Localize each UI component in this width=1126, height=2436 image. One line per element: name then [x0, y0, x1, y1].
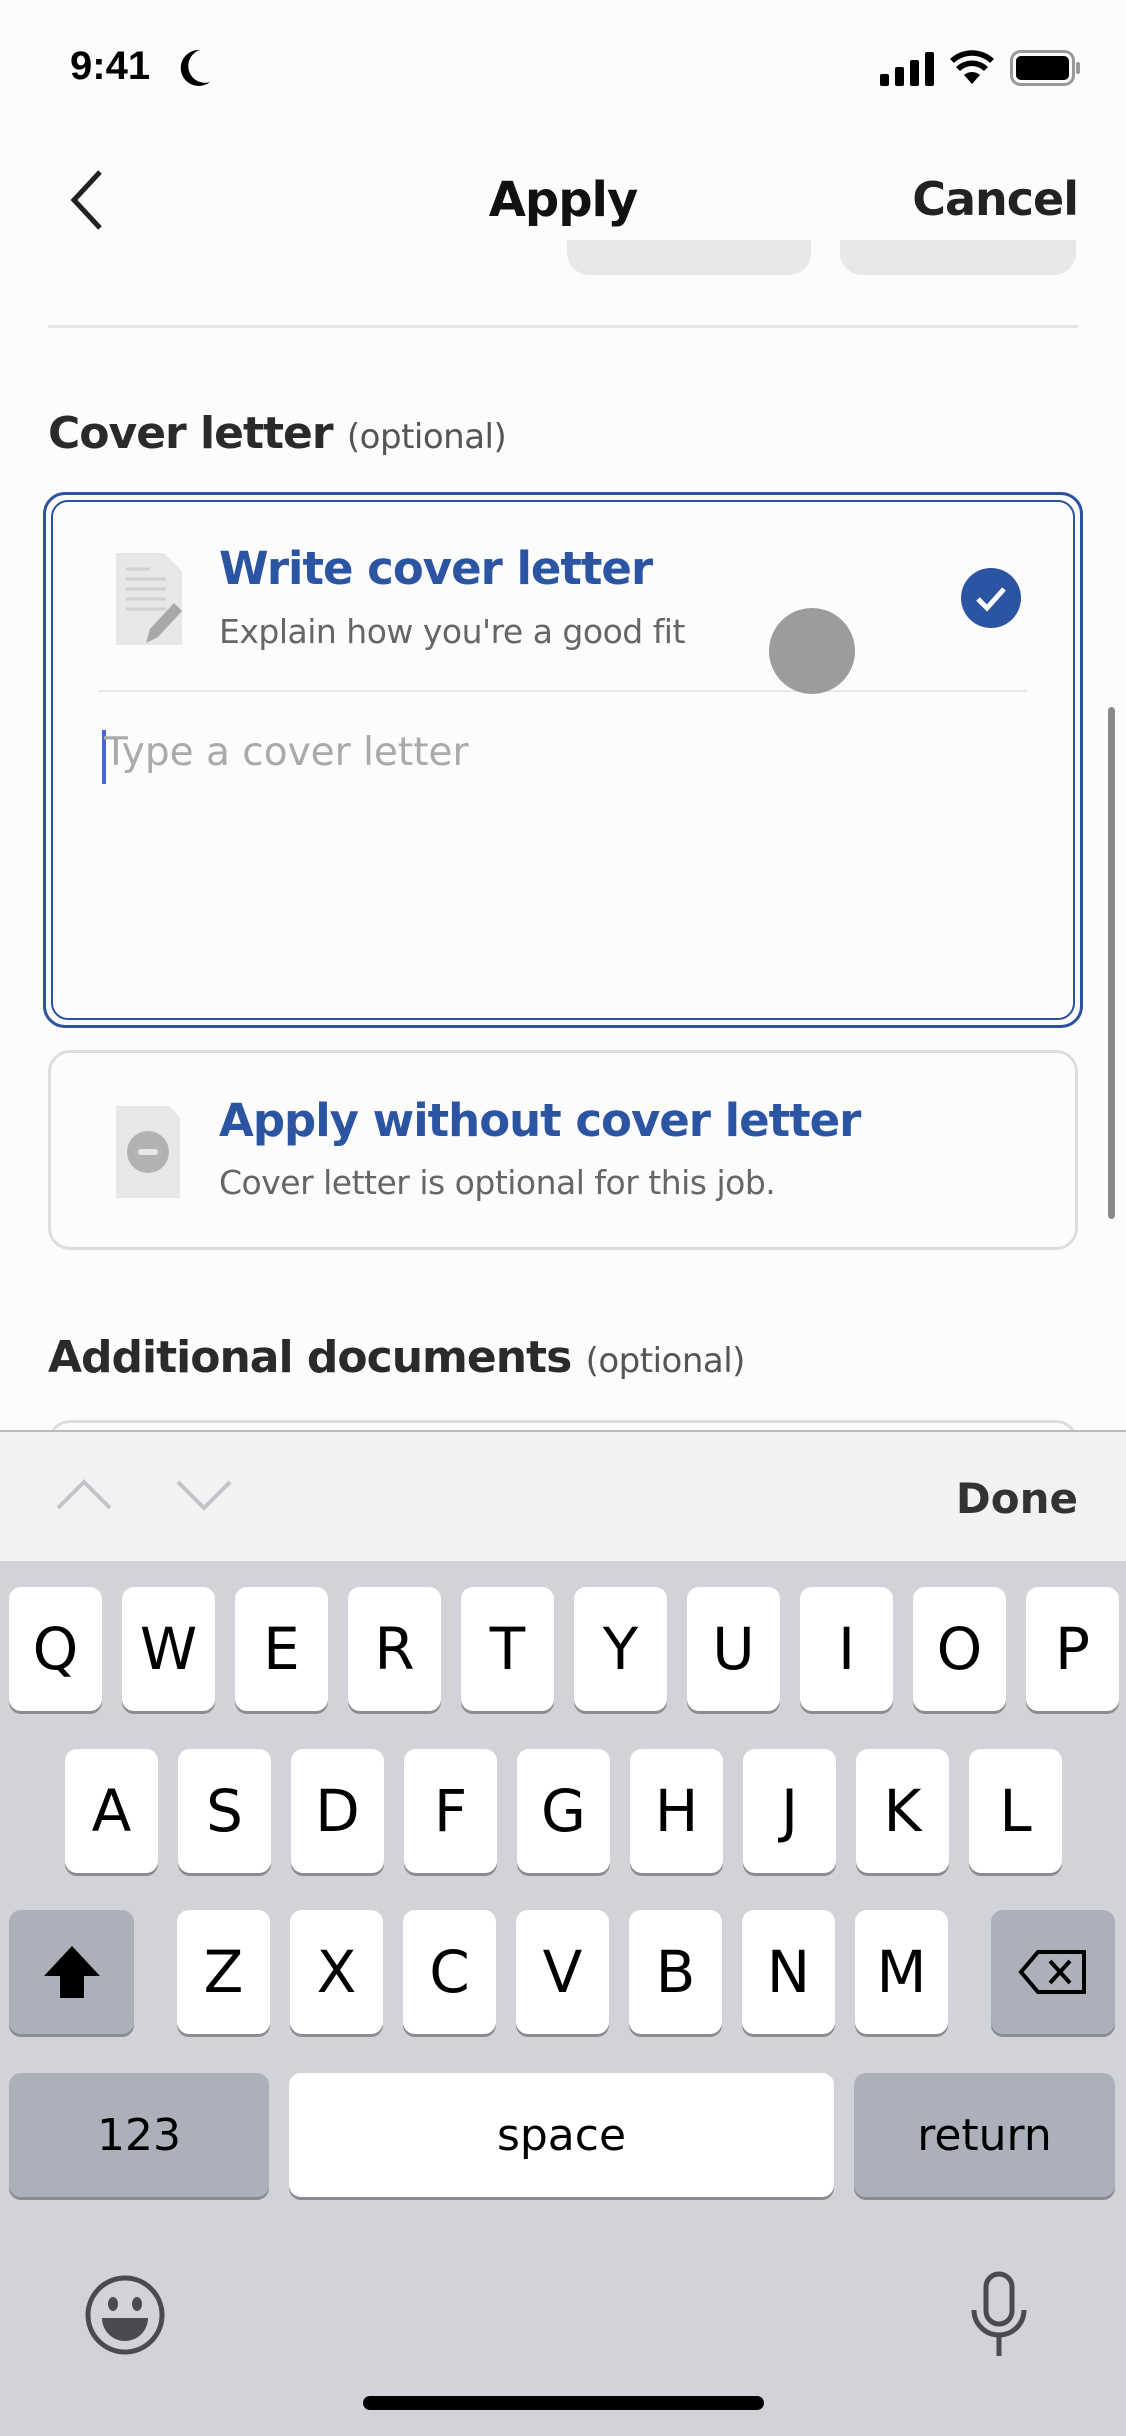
key-m[interactable]: M — [855, 1910, 948, 2034]
write-cover-letter-subtitle: Explain how you're a good fit — [219, 612, 685, 651]
partial-button[interactable] — [567, 240, 811, 275]
key-f[interactable]: F — [404, 1749, 497, 1873]
document-minus-icon — [116, 1106, 180, 1198]
key-l[interactable]: L — [969, 1749, 1062, 1873]
partial-button[interactable] — [840, 240, 1076, 275]
status-time: 9:41 — [70, 44, 151, 88]
divider — [98, 690, 1027, 692]
apply-without-title: Apply without cover letter — [219, 1094, 861, 1147]
backspace-icon — [1018, 1950, 1086, 1994]
key-h[interactable]: H — [630, 1749, 723, 1873]
key-j[interactable]: J — [743, 1749, 836, 1873]
microphone-icon[interactable] — [966, 2270, 1032, 2362]
key-o[interactable]: O — [913, 1587, 1006, 1711]
scrollbar[interactable] — [1108, 707, 1115, 1219]
document-edit-icon — [116, 553, 182, 645]
delete-key[interactable] — [991, 1910, 1115, 2034]
key-w[interactable]: W — [122, 1587, 215, 1711]
touch-indicator — [769, 608, 855, 694]
key-y[interactable]: Y — [574, 1587, 667, 1711]
moon-icon — [180, 49, 210, 86]
apply-without-subtitle: Cover letter is optional for this job. — [219, 1163, 776, 1202]
previous-field-icon[interactable] — [54, 1478, 114, 1512]
key-k[interactable]: K — [856, 1749, 949, 1873]
shift-icon — [43, 1946, 100, 1998]
wifi-icon — [950, 50, 994, 84]
key-q[interactable]: Q — [9, 1587, 102, 1711]
optional-label: (optional) — [346, 417, 507, 457]
signal-icon — [880, 52, 934, 86]
key-p[interactable]: P — [1026, 1587, 1119, 1711]
write-cover-letter-title: Write cover letter — [219, 542, 653, 595]
space-key[interactable]: space — [289, 2073, 834, 2197]
additional-documents-heading: Additional documents (optional) — [48, 1332, 745, 1383]
shift-key[interactable] — [9, 1910, 134, 2034]
cover-letter-textarea[interactable] — [104, 730, 1024, 1000]
key-x[interactable]: X — [290, 1910, 383, 2034]
home-indicator[interactable] — [363, 2396, 764, 2410]
key-v[interactable]: V — [516, 1910, 609, 2034]
apply-without-cover-letter-option[interactable] — [48, 1050, 1078, 1250]
next-field-icon[interactable] — [174, 1478, 234, 1512]
done-button[interactable]: Done — [956, 1474, 1078, 1523]
key-d[interactable]: D — [291, 1749, 384, 1873]
key-i[interactable]: I — [800, 1587, 893, 1711]
divider — [48, 325, 1078, 328]
heading-text: Cover letter — [48, 408, 334, 459]
battery-icon — [1010, 50, 1080, 86]
key-c[interactable]: C — [403, 1910, 496, 2034]
cancel-button[interactable]: Cancel — [912, 172, 1079, 226]
key-n[interactable]: N — [742, 1910, 835, 2034]
key-t[interactable]: T — [461, 1587, 554, 1711]
numbers-key[interactable]: 123 — [9, 2073, 269, 2197]
key-s[interactable]: S — [178, 1749, 271, 1873]
emoji-icon[interactable] — [84, 2274, 166, 2356]
key-b[interactable]: B — [629, 1910, 722, 2034]
key-g[interactable]: G — [517, 1749, 610, 1873]
key-u[interactable]: U — [687, 1587, 780, 1711]
check-circle-icon — [961, 568, 1021, 628]
return-key[interactable]: return — [854, 2073, 1115, 2197]
key-r[interactable]: R — [348, 1587, 441, 1711]
key-a[interactable]: A — [65, 1749, 158, 1873]
heading-text: Additional documents — [48, 1332, 572, 1383]
key-z[interactable]: Z — [177, 1910, 270, 2034]
key-e[interactable]: E — [235, 1587, 328, 1711]
cover-letter-heading: Cover letter (optional) — [48, 408, 507, 459]
optional-label: (optional) — [585, 1341, 746, 1381]
